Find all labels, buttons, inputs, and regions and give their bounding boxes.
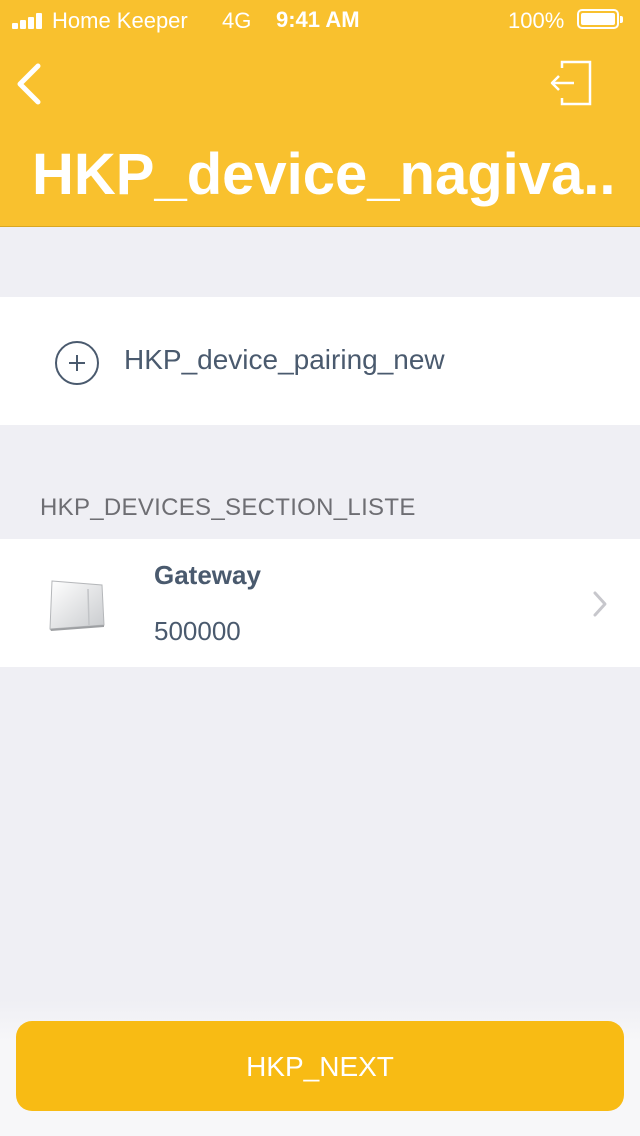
carrier-name: Home Keeper bbox=[52, 8, 188, 33]
logout-icon bbox=[550, 60, 592, 106]
logout-button[interactable] bbox=[548, 58, 600, 110]
status-bar: Home Keeper 4G 9:41 AM 100% bbox=[0, 0, 640, 40]
battery-icon bbox=[577, 9, 623, 29]
network-type: 4G bbox=[222, 8, 252, 33]
pair-new-device-label: HKP_device_pairing_new bbox=[124, 344, 445, 375]
page-title: HKP_device_nagiva... bbox=[32, 142, 612, 207]
back-button[interactable] bbox=[12, 58, 56, 110]
gateway-device-image bbox=[49, 580, 105, 631]
status-time: 9:41 AM bbox=[276, 7, 360, 32]
devices-section-title: HKP_DEVICES_SECTION_LISTE bbox=[40, 494, 416, 521]
app-header: Home Keeper 4G 9:41 AM 100% HKP_device_n… bbox=[0, 0, 640, 227]
device-name: Gateway bbox=[154, 560, 261, 590]
chevron-right-icon bbox=[593, 591, 607, 617]
signal-strength-icon bbox=[12, 13, 48, 29]
plus-circle-icon bbox=[55, 341, 99, 385]
next-button[interactable]: HKP_NEXT bbox=[16, 1021, 624, 1111]
device-id: 500000 bbox=[154, 616, 241, 646]
battery-percentage: 100% bbox=[508, 8, 565, 33]
chevron-left-icon bbox=[17, 63, 41, 105]
